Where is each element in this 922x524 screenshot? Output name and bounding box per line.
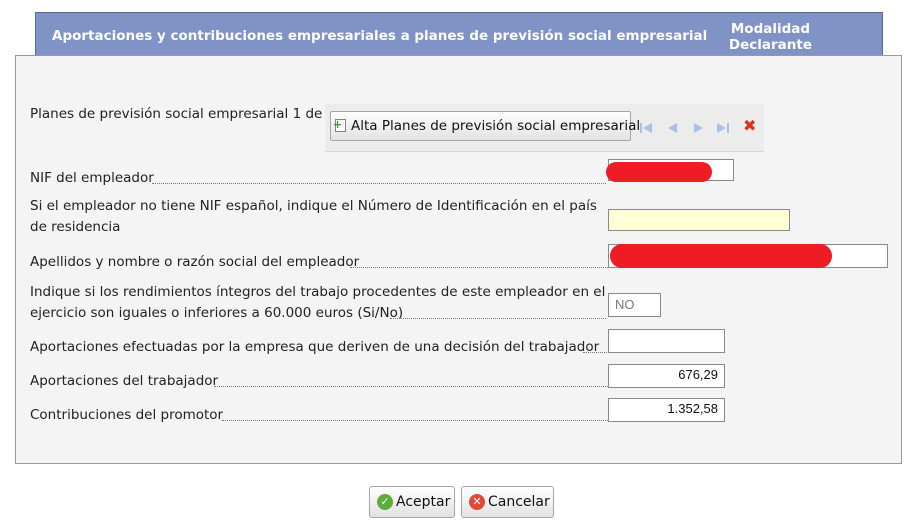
alta-planes-label: Alta Planes de previsión social empresar… xyxy=(351,118,641,134)
modalidad-label: Modalidad xyxy=(730,21,811,37)
contrib-label: Contribuciones del promotor xyxy=(30,407,224,423)
aport-empresa-input[interactable] xyxy=(608,329,725,353)
rend-label-line2: ejercicio son iguales o inferiores a 60.… xyxy=(30,305,404,321)
nif-ext-input[interactable] xyxy=(608,209,790,231)
nif-ext-label-line1: Si el empleador no tiene NIF español, in… xyxy=(30,198,597,214)
previous-record-icon[interactable] xyxy=(666,122,680,134)
delete-record-icon[interactable]: ✖ xyxy=(743,118,756,134)
declarante-label: Declarante xyxy=(728,37,812,53)
nombre-redaction xyxy=(610,244,832,268)
nif-leader xyxy=(152,183,606,184)
nif-ext-label-line2: de residencia xyxy=(30,219,121,235)
aport-trab-input[interactable]: 676,29 xyxy=(608,364,725,388)
nombre-label: Apellidos y nombre o razón social del em… xyxy=(30,254,360,270)
nombre-leader xyxy=(350,267,608,268)
rend-leader xyxy=(390,318,606,319)
last-record-icon[interactable] xyxy=(716,122,730,134)
modalidad-column-header: Modalidad Declarante xyxy=(729,21,812,53)
aport-trab-leader xyxy=(214,386,608,387)
aport-empresa-leader xyxy=(583,352,607,353)
rend-select[interactable]: NO xyxy=(608,293,661,317)
accept-button[interactable]: ✓ Aceptar xyxy=(369,486,455,518)
cancel-label: Cancelar xyxy=(488,494,550,510)
rend-label-line1: Indique si los rendimientos íntegros del… xyxy=(30,284,606,300)
cancel-button[interactable]: ✕ Cancelar xyxy=(461,486,554,518)
next-record-icon[interactable] xyxy=(691,122,705,134)
planes-counter-label: Planes de previsión social empresarial 1… xyxy=(30,106,336,122)
cancel-icon: ✕ xyxy=(469,494,485,510)
contrib-input[interactable]: 1.352,58 xyxy=(608,398,725,422)
planes-toolbar: Alta Planes de previsión social empresar… xyxy=(325,104,764,152)
check-icon: ✓ xyxy=(377,494,393,510)
aport-empresa-label: Aportaciones efectuadas por la empresa q… xyxy=(30,339,600,355)
alta-planes-button[interactable]: Alta Planes de previsión social empresar… xyxy=(330,111,640,141)
accept-label: Aceptar xyxy=(396,494,451,510)
nif-label: NIF del empleador xyxy=(30,170,154,186)
section-title: Aportaciones y contribuciones empresaria… xyxy=(52,28,708,44)
aport-trab-label: Aportaciones del trabajador xyxy=(30,373,219,389)
nif-redaction xyxy=(606,162,712,182)
add-document-icon xyxy=(333,119,346,132)
first-record-icon[interactable] xyxy=(639,122,653,134)
contrib-leader xyxy=(222,420,608,421)
